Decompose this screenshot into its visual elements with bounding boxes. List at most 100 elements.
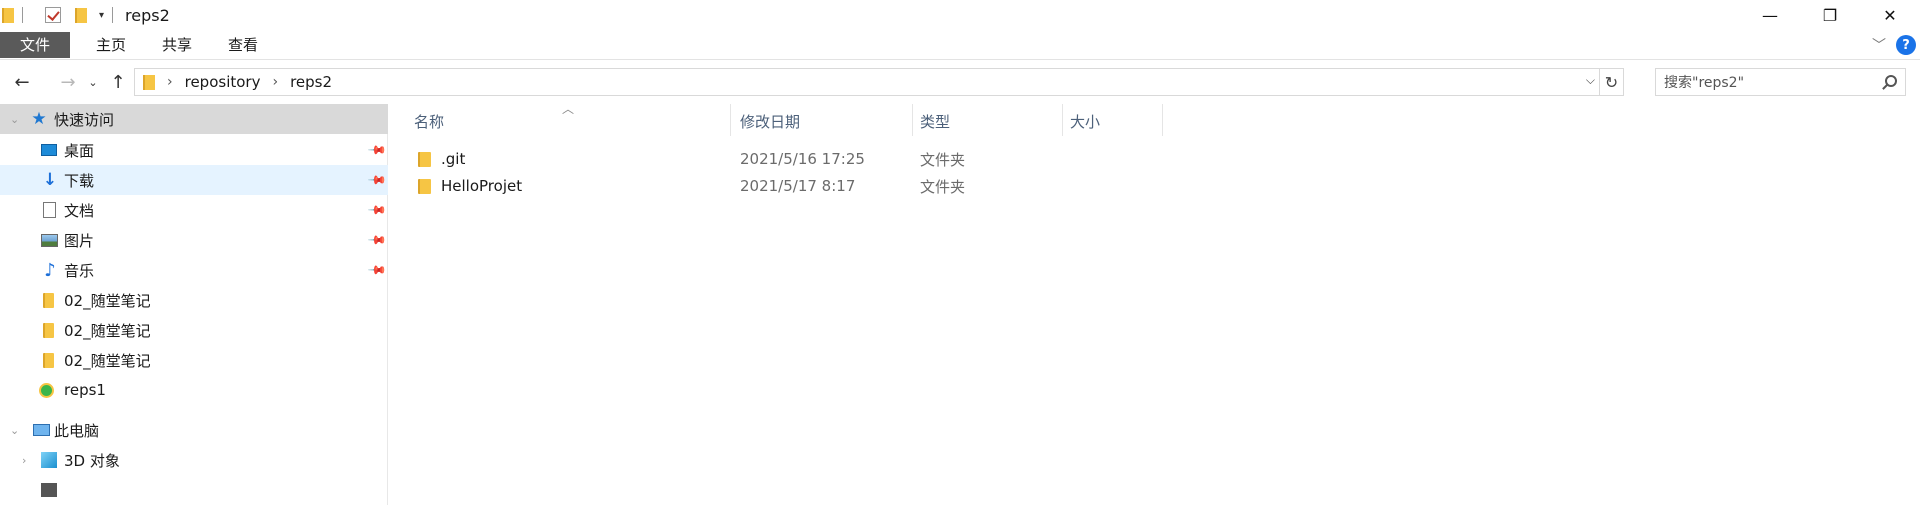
- customize-toolbar-chevron-icon[interactable]: ▾: [99, 10, 104, 21]
- file-name: HelloProjet: [441, 177, 523, 195]
- column-header-name[interactable]: 名称: [414, 104, 730, 138]
- file-date: 2021/5/16 17:25: [740, 150, 865, 168]
- address-bar[interactable]: › repository › reps2 ⌵ ↻: [134, 68, 1624, 96]
- minimize-button[interactable]: —: [1740, 0, 1800, 30]
- nav-label: 桌面: [64, 141, 95, 160]
- videos-icon: [41, 483, 57, 497]
- computer-icon: [33, 424, 50, 436]
- column-divider[interactable]: [1062, 104, 1063, 136]
- folder-icon: [43, 352, 54, 368]
- close-button[interactable]: ✕: [1860, 0, 1920, 30]
- breadcrumb-separator-icon[interactable]: ›: [272, 74, 278, 90]
- file-row[interactable]: HelloProjet 2021/5/17 8:17 文件夹: [410, 173, 1170, 199]
- nav-label: 音乐: [64, 261, 95, 280]
- pin-icon: 📌: [367, 169, 388, 191]
- back-button[interactable]: ←: [8, 68, 36, 96]
- folder-icon: [2, 7, 14, 23]
- file-row[interactable]: .git 2021/5/16 17:25 文件夹: [410, 146, 1170, 172]
- search-icon: [1885, 75, 1897, 87]
- divider: [112, 7, 114, 23]
- title-bar: ▾ reps2 — ❐ ✕: [0, 0, 1920, 30]
- nav-item-pictures[interactable]: 图片 📌: [0, 225, 388, 255]
- ribbon-right: ﹀ ?: [1872, 30, 1920, 60]
- divider: [22, 7, 23, 23]
- git-repo-folder-icon: [39, 382, 54, 398]
- navigation-pane: ⌄ ★ 快速访问 桌面 📌 ↓ 下载 📌 文档 📌 图片 📌 ♪ 音乐 📌 02…: [0, 104, 388, 505]
- ribbon-tabs: 文件 主页 共享 查看 ﹀ ?: [0, 30, 1920, 60]
- nav-this-pc[interactable]: ⌄ 此电脑: [0, 415, 388, 445]
- pictures-icon: [41, 233, 58, 247]
- properties-icon[interactable]: [45, 7, 61, 23]
- nav-item-desktop[interactable]: 桌面 📌: [0, 135, 388, 165]
- new-folder-icon[interactable]: [75, 7, 87, 23]
- search-input[interactable]: 搜索"reps2": [1655, 68, 1906, 96]
- nav-label: 文档: [64, 201, 95, 220]
- window-controls: — ❐ ✕: [1740, 0, 1920, 30]
- expand-ribbon-chevron-icon[interactable]: ﹀: [1872, 35, 1886, 55]
- file-date: 2021/5/17 8:17: [740, 177, 856, 195]
- collapse-chevron-icon[interactable]: ⌄: [10, 424, 19, 437]
- up-button[interactable]: ↑: [104, 68, 132, 96]
- nav-quick-access[interactable]: ⌄ ★ 快速访问: [0, 104, 388, 134]
- folder-icon: [43, 322, 54, 338]
- nav-item-documents[interactable]: 文档 📌: [0, 195, 388, 225]
- pin-icon: 📌: [367, 139, 388, 161]
- nav-label: 此电脑: [54, 421, 100, 440]
- nav-item-3d-objects[interactable]: › 3D 对象: [0, 445, 388, 475]
- tab-home[interactable]: 主页: [78, 32, 144, 58]
- file-name: .git: [441, 150, 466, 168]
- column-header-size[interactable]: 大小: [1070, 104, 1160, 138]
- column-header-type[interactable]: 类型: [920, 104, 1062, 138]
- tab-share[interactable]: 共享: [144, 32, 210, 58]
- column-header-date[interactable]: 修改日期: [740, 104, 912, 138]
- pin-icon: 📌: [367, 199, 388, 221]
- expand-chevron-icon[interactable]: ›: [22, 454, 26, 467]
- breadcrumb-reps2[interactable]: reps2: [290, 73, 332, 91]
- nav-item-music[interactable]: ♪ 音乐 📌: [0, 255, 388, 285]
- music-icon: ♪: [44, 259, 56, 281]
- pin-icon: 📌: [367, 229, 388, 251]
- nav-label: 02_随堂笔记: [64, 291, 151, 310]
- star-icon: ★: [31, 109, 47, 129]
- nav-label: 3D 对象: [64, 451, 120, 470]
- folder-icon: [43, 292, 54, 308]
- collapse-chevron-icon[interactable]: ⌄: [10, 113, 19, 126]
- recent-locations-chevron-icon[interactable]: ⌄: [84, 68, 102, 96]
- document-icon: [43, 202, 56, 218]
- maximize-button[interactable]: ❐: [1800, 0, 1860, 30]
- column-divider[interactable]: [1162, 104, 1163, 136]
- file-type: 文件夹: [920, 177, 966, 196]
- tab-file[interactable]: 文件: [0, 31, 71, 58]
- window-title: reps2: [125, 5, 170, 25]
- tab-view[interactable]: 查看: [210, 32, 276, 58]
- refresh-icon[interactable]: ↻: [1599, 69, 1623, 95]
- nav-item-videos[interactable]: [0, 475, 388, 505]
- nav-label: 02_随堂笔记: [64, 321, 151, 340]
- file-type: 文件夹: [920, 150, 966, 169]
- breadcrumb-separator-icon[interactable]: ›: [167, 74, 173, 90]
- nav-label: 快速访问: [54, 110, 115, 129]
- help-icon[interactable]: ?: [1896, 35, 1916, 55]
- download-icon: ↓: [42, 170, 58, 190]
- address-row: ← → ⌄ ↑ › repository › reps2 ⌵ ↻ 搜索"reps…: [0, 64, 1920, 100]
- nav-label: 下载: [64, 171, 95, 190]
- nav-item-downloads[interactable]: ↓ 下载 📌: [0, 165, 388, 195]
- column-divider[interactable]: [730, 104, 731, 136]
- desktop-icon: [41, 144, 57, 156]
- nav-item-folder[interactable]: 02_随堂笔记: [0, 285, 388, 315]
- forward-button[interactable]: →: [54, 68, 82, 96]
- nav-item-folder[interactable]: 02_随堂笔记: [0, 345, 388, 375]
- column-divider[interactable]: [912, 104, 913, 136]
- folder-icon: [418, 178, 431, 194]
- search-placeholder: 搜索"reps2": [1664, 75, 1745, 91]
- pin-icon: 📌: [367, 259, 388, 281]
- folder-icon: [143, 74, 155, 90]
- nav-item-reps1[interactable]: reps1: [0, 375, 388, 405]
- quick-access-toolbar: ▾: [0, 0, 121, 30]
- nav-item-folder[interactable]: 02_随堂笔记: [0, 315, 388, 345]
- address-dropdown-chevron-icon[interactable]: ⌵: [1586, 73, 1595, 88]
- nav-label: 02_随堂笔记: [64, 351, 151, 370]
- nav-label: reps1: [64, 381, 106, 399]
- nav-label: 图片: [64, 231, 95, 250]
- breadcrumb-repository[interactable]: repository: [185, 73, 261, 91]
